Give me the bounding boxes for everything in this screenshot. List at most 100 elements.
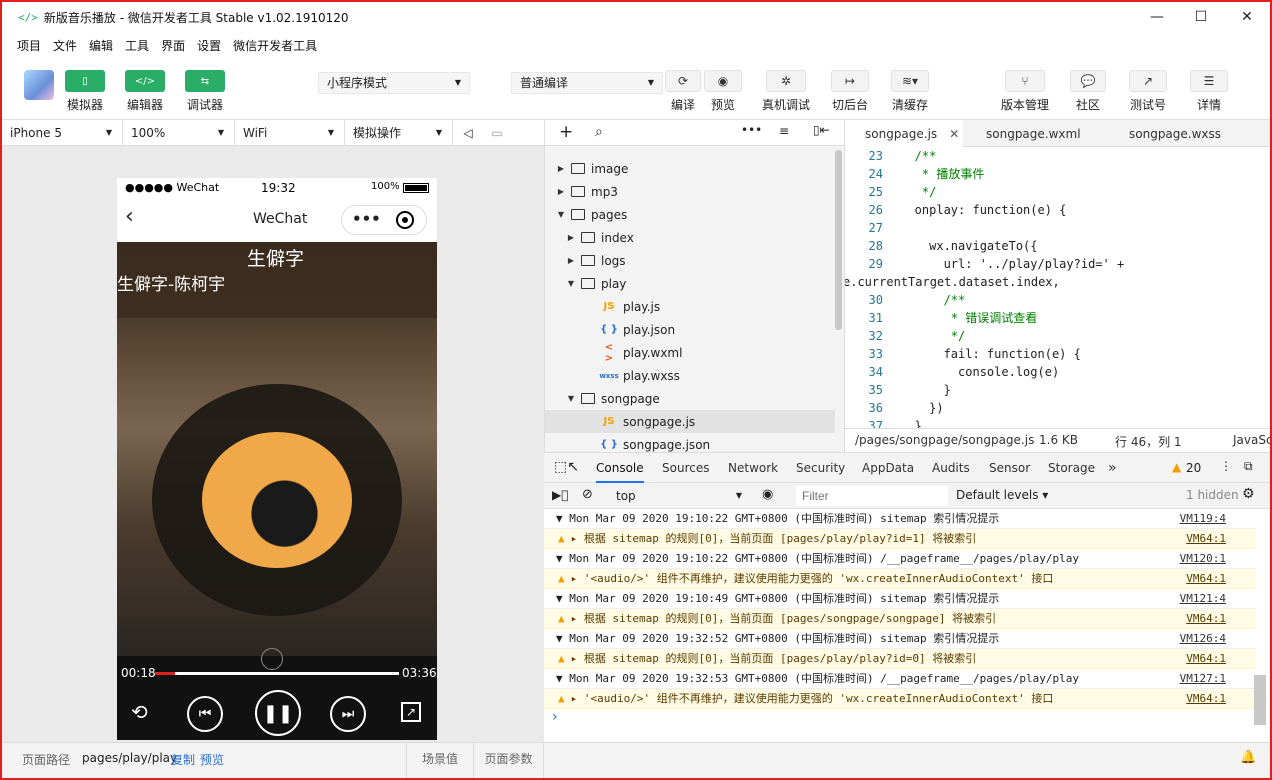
share-icon[interactable]: ↗ bbox=[401, 702, 421, 722]
tab-security[interactable]: Security bbox=[796, 453, 845, 483]
console-group[interactable]: ▼ Mon Mar 09 2020 19:10:22 GMT+0800 (中国标… bbox=[544, 509, 1256, 529]
cursor-position[interactable]: 行 46，列 1 bbox=[1115, 433, 1182, 450]
device-model-select[interactable]: iPhone 5 ▼ bbox=[2, 119, 123, 146]
compile-button[interactable]: ⟳ bbox=[665, 70, 701, 92]
more-icon[interactable]: ••• bbox=[741, 123, 762, 137]
tab-songpage-wxml[interactable]: songpage.wxml bbox=[986, 120, 1081, 147]
tree-item[interactable]: < > play.wxml bbox=[545, 341, 835, 364]
mode-select[interactable]: 小程序模式 ▼ bbox=[318, 72, 470, 94]
tab-close-icon[interactable]: ✕ bbox=[949, 127, 959, 141]
tree-item[interactable]: JS play.js bbox=[545, 295, 835, 318]
test-account-button[interactable]: ↗ bbox=[1129, 70, 1167, 92]
back-arrow-icon[interactable]: ‹ bbox=[125, 204, 134, 229]
log-source-link[interactable]: VM121:4 bbox=[1180, 589, 1226, 609]
repeat-icon[interactable]: ⟲ bbox=[131, 700, 148, 724]
tab-audits[interactable]: Audits bbox=[932, 453, 970, 483]
menu-item-settings[interactable]: 设置 bbox=[197, 37, 221, 54]
more-dots-icon[interactable]: ••• bbox=[352, 210, 381, 228]
close-button[interactable]: ✕ bbox=[1224, 2, 1270, 32]
tab-appdata[interactable]: AppData bbox=[862, 453, 914, 483]
tree-item[interactable]: ▶ index bbox=[545, 226, 835, 249]
console-group[interactable]: ▼ Mon Mar 09 2020 19:32:53 GMT+0800 (中国标… bbox=[544, 669, 1256, 689]
console-group[interactable]: ▼ Mon Mar 09 2020 19:32:52 GMT+0800 (中国标… bbox=[544, 629, 1256, 649]
log-source-link[interactable]: VM64:1 bbox=[1186, 569, 1226, 589]
preview-button[interactable]: ◉ bbox=[704, 70, 742, 92]
log-source-link[interactable]: VM127:1 bbox=[1180, 669, 1226, 689]
settings-gear-icon[interactable]: ⚙ bbox=[1242, 486, 1255, 502]
debugger-toggle-button[interactable]: ⇆ bbox=[185, 70, 225, 92]
network-select[interactable]: WiFi ▼ bbox=[235, 119, 345, 146]
tab-sensor[interactable]: Sensor bbox=[989, 453, 1030, 483]
page-params-button[interactable]: 页面参数 bbox=[474, 743, 544, 778]
zoom-select[interactable]: 100% ▼ bbox=[123, 119, 235, 146]
editor-toggle-button[interactable]: </> bbox=[125, 70, 165, 92]
console-warning[interactable]: ▲ ▸ 根据 sitemap 的规则[0]，当前页面 [pages/play/pl… bbox=[544, 649, 1256, 669]
close-circle-icon[interactable] bbox=[396, 211, 414, 229]
log-source-link[interactable]: VM126:4 bbox=[1180, 629, 1226, 649]
progress-knob[interactable] bbox=[261, 648, 283, 670]
log-source-link[interactable]: VM64:1 bbox=[1186, 609, 1226, 629]
more-tabs-icon[interactable]: » bbox=[1108, 453, 1117, 483]
console-prompt[interactable]: › bbox=[552, 709, 558, 725]
code-area[interactable]: 23 /** 24 * 播放事件 25 */26 onplay: function(… bbox=[845, 147, 1270, 428]
tab-sources[interactable]: Sources bbox=[662, 453, 709, 483]
console-group[interactable]: ▼ Mon Mar 09 2020 19:10:22 GMT+0800 (中国标… bbox=[544, 549, 1256, 569]
compile-mode-select[interactable]: 普通编译 ▼ bbox=[511, 72, 663, 94]
background-button[interactable]: ↦ bbox=[831, 70, 869, 92]
dock-icon[interactable]: ⧉ bbox=[1244, 459, 1253, 474]
log-source-link[interactable]: VM64:1 bbox=[1186, 649, 1226, 669]
bell-icon[interactable]: 🔔 bbox=[1240, 750, 1256, 765]
search-icon[interactable]: ⌕ bbox=[595, 124, 603, 140]
next-button[interactable]: ⏭ bbox=[330, 696, 366, 732]
clear-cache-button[interactable]: ≋▾ bbox=[891, 70, 929, 92]
log-source-link[interactable]: VM119:4 bbox=[1180, 509, 1226, 529]
tree-item[interactable]: ▶ logs bbox=[545, 249, 835, 272]
kebab-menu-icon[interactable]: ⋮ bbox=[1220, 459, 1232, 473]
tree-item[interactable]: ▶ mp3 bbox=[545, 180, 835, 203]
tree-item[interactable]: ▼ songpage bbox=[545, 387, 835, 410]
tree-item[interactable]: ▼ pages bbox=[545, 203, 835, 226]
tab-songpage-wxss[interactable]: songpage.wxss bbox=[1129, 120, 1221, 147]
add-file-icon[interactable]: + bbox=[559, 122, 573, 142]
menu-item-devtools[interactable]: 微信开发者工具 bbox=[233, 37, 317, 54]
tab-storage[interactable]: Storage bbox=[1048, 453, 1095, 483]
log-source-link[interactable]: VM64:1 bbox=[1186, 529, 1226, 549]
tab-network[interactable]: Network bbox=[728, 453, 778, 483]
language-mode[interactable]: JavaSc bbox=[1233, 433, 1270, 447]
split-view-icon[interactable]: ▯⇤ bbox=[813, 123, 830, 137]
console-group[interactable]: ▼ Mon Mar 09 2020 19:10:49 GMT+0800 (中国标… bbox=[544, 589, 1256, 609]
pause-button[interactable]: ❚❚ bbox=[255, 690, 301, 736]
community-button[interactable]: 💬 bbox=[1070, 70, 1106, 92]
collapse-all-icon[interactable]: ≡ bbox=[779, 124, 789, 138]
simulator-toggle-button[interactable]: ▯ bbox=[65, 70, 105, 92]
operation-select[interactable]: 模拟操作 ▼ bbox=[345, 119, 453, 146]
eye-icon[interactable]: ◉ bbox=[762, 487, 773, 502]
tree-item[interactable]: wxss play.wxss bbox=[545, 364, 835, 387]
tree-item[interactable]: JS songpage.js bbox=[545, 410, 835, 433]
scene-value-button[interactable]: 场景值 bbox=[406, 743, 474, 778]
popout-icon[interactable]: ▭ bbox=[483, 126, 511, 140]
context-select[interactable]: top ▼ bbox=[608, 486, 748, 506]
tab-songpage-js[interactable]: songpage.js ✕ bbox=[845, 120, 963, 147]
preview-link[interactable]: 预览 bbox=[200, 751, 224, 768]
remote-debug-button[interactable]: ✲ bbox=[766, 70, 806, 92]
progress-bar[interactable] bbox=[155, 672, 399, 675]
user-avatar[interactable] bbox=[24, 70, 54, 100]
menu-item-edit[interactable]: 编辑 bbox=[89, 37, 113, 54]
explorer-scrollbar[interactable] bbox=[835, 150, 842, 330]
log-levels-select[interactable]: Default levels ▾ bbox=[956, 488, 1048, 502]
tab-console[interactable]: Console bbox=[596, 453, 644, 483]
version-button[interactable]: ⑂ bbox=[1005, 70, 1045, 92]
console-warning[interactable]: ▲ ▸ '<audio/>' 组件不再维护，建议使用能力更强的 'wx.creat… bbox=[544, 569, 1256, 589]
tree-item[interactable]: ▼ play bbox=[545, 272, 835, 295]
log-source-link[interactable]: VM120:1 bbox=[1180, 549, 1226, 569]
minimize-button[interactable]: — bbox=[1134, 2, 1180, 32]
menu-item-tools[interactable]: 工具 bbox=[125, 37, 149, 54]
console-warning[interactable]: ▲ ▸ 根据 sitemap 的规则[0]，当前页面 [pages/play/pl… bbox=[544, 529, 1256, 549]
menu-item-project[interactable]: 项目 bbox=[17, 37, 41, 54]
inspect-icon[interactable]: ⬚↖ bbox=[554, 459, 579, 475]
maximize-button[interactable]: ☐ bbox=[1178, 2, 1224, 32]
details-button[interactable]: ☰ bbox=[1190, 70, 1228, 92]
clear-console-icon[interactable]: ⊘ bbox=[582, 487, 593, 502]
console-warning[interactable]: ▲ ▸ '<audio/>' 组件不再维护，建议使用能力更强的 'wx.creat… bbox=[544, 689, 1256, 709]
